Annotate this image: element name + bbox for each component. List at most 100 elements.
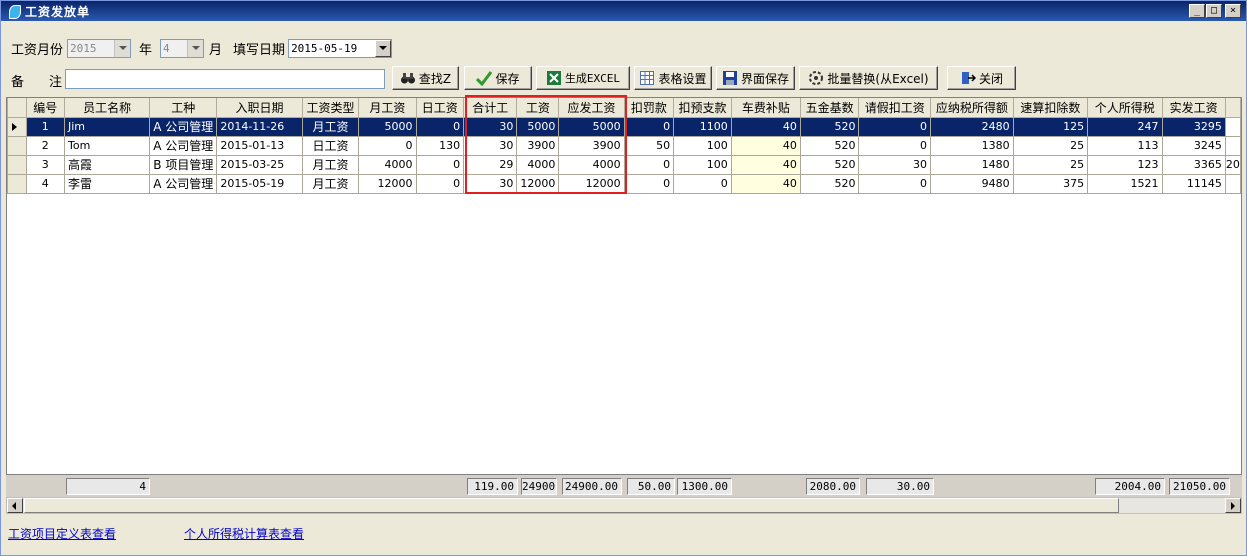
table-cell[interactable]: 3245 (1161, 135, 1226, 156)
save-button[interactable]: 保存 (464, 66, 532, 90)
close-window-button[interactable]: × (1225, 4, 1241, 18)
col-header-travel[interactable]: 车费补贴 (730, 98, 801, 118)
batch-replace-button[interactable]: 批量替换(从Excel) (799, 66, 938, 90)
table-cell[interactable]: 3900 (558, 135, 625, 156)
table-cell[interactable]: 3900 (516, 135, 560, 156)
table-cell[interactable]: 2015-03-25 (216, 154, 303, 175)
row-indicator[interactable] (7, 173, 27, 194)
table-cell[interactable]: 2014-11-26 (216, 116, 303, 137)
table-cell[interactable]: 0 (358, 135, 417, 156)
table-cell[interactable]: 40 (730, 154, 801, 175)
table-cell[interactable]: 4 (25, 173, 65, 194)
table-cell[interactable]: 0 (858, 173, 932, 194)
col-header-id[interactable]: 编号 (25, 98, 65, 118)
table-cell[interactable]: 0 (623, 116, 675, 137)
col-header-salary[interactable]: 工资 (516, 98, 560, 118)
table-cell[interactable]: 30 (463, 173, 518, 194)
table-row[interactable]: 2 Tom A 公司管理 2015-01-13 日工资 0 130 30 3900 3900 50 1… (7, 135, 1241, 156)
col-header-pay-type[interactable]: 工资类型 (301, 98, 360, 118)
row-indicator[interactable] (7, 135, 27, 156)
table-cell[interactable]: A 公司管理 (149, 173, 218, 194)
col-header-name[interactable]: 员工名称 (63, 98, 151, 118)
current-row-indicator[interactable] (7, 116, 27, 137)
chevron-down-icon[interactable] (375, 39, 392, 57)
table-cell[interactable]: 5000 (516, 116, 560, 137)
chevron-down-icon[interactable] (114, 39, 131, 57)
table-cell[interactable]: 5000 (558, 116, 625, 137)
table-cell[interactable]: 月工资 (301, 173, 360, 194)
col-header-quick-deduct[interactable]: 速算扣除数 (1012, 98, 1089, 118)
salary-items-link[interactable]: 工资项目定义表查看 (8, 525, 116, 542)
table-cell[interactable]: 3 (25, 154, 65, 175)
table-cell[interactable]: 40 (730, 116, 801, 137)
table-cell[interactable]: 25 (1012, 135, 1089, 156)
col-header-fine[interactable]: 扣罚款 (623, 98, 675, 118)
table-cell[interactable]: 月工资 (301, 116, 360, 137)
table-cell[interactable]: 0 (623, 154, 675, 175)
col-header-income-tax[interactable]: 个人所得税 (1087, 98, 1163, 118)
scroll-left-icon[interactable] (7, 498, 23, 513)
table-cell[interactable]: 125 (1012, 116, 1089, 137)
table-cell[interactable]: A 公司管理 (149, 116, 218, 137)
table-cell[interactable]: 50 (623, 135, 675, 156)
table-cell[interactable]: 11145 (1161, 173, 1226, 194)
table-cell[interactable]: 1100 (673, 116, 732, 137)
table-cell[interactable]: 100 (673, 135, 732, 156)
table-cell[interactable]: 1380 (930, 135, 1014, 156)
save-layout-button[interactable]: 界面保存 (716, 66, 795, 90)
col-header-net-pay[interactable]: 实发工资 (1161, 98, 1226, 118)
table-cell[interactable]: 2015-05-19 (216, 173, 303, 194)
col-header-total-work[interactable]: 合计工 (463, 98, 518, 118)
minimize-button[interactable]: _ (1189, 4, 1205, 18)
table-cell[interactable]: 0 (415, 116, 465, 137)
col-header-five-fund[interactable]: 五金基数 (799, 98, 860, 118)
table-cell[interactable]: 520 (799, 173, 860, 194)
table-cell[interactable]: 2 (25, 135, 65, 156)
table-cell[interactable]: 2480 (930, 116, 1014, 137)
table-cell[interactable]: 12000 (516, 173, 560, 194)
maximize-button[interactable]: □ (1206, 4, 1222, 18)
table-cell[interactable]: 29 (463, 154, 518, 175)
table-cell[interactable]: 0 (858, 116, 932, 137)
col-header-daily[interactable]: 日工资 (415, 98, 465, 118)
table-cell[interactable]: 12000 (558, 173, 625, 194)
table-cell[interactable]: 日工资 (301, 135, 360, 156)
table-cell[interactable]: 3365 (1161, 154, 1226, 175)
table-cell[interactable]: 李雷 (63, 173, 151, 194)
table-row[interactable]: 4 李雷 A 公司管理 2015-05-19 月工资 12000 0 30 12000 12000… (7, 173, 1241, 194)
horizontal-scrollbar[interactable] (6, 497, 1242, 514)
table-cell[interactable]: 40 (730, 135, 801, 156)
table-cell[interactable]: 高霞 (63, 154, 151, 175)
table-cell[interactable]: 375 (1012, 173, 1089, 194)
table-cell[interactable]: 25 (1012, 154, 1089, 175)
table-cell[interactable]: 0 (673, 173, 732, 194)
table-cell[interactable]: 1480 (930, 154, 1014, 175)
generate-excel-button[interactable]: 生成EXCEL (536, 66, 630, 90)
table-cell[interactable]: 2015-01-13 (216, 135, 303, 156)
table-cell[interactable]: 4000 (558, 154, 625, 175)
remark-input[interactable] (65, 69, 385, 89)
row-indicator[interactable] (7, 154, 27, 175)
table-cell[interactable]: 3295 (1161, 116, 1226, 137)
table-cell[interactable]: 4000 (516, 154, 560, 175)
table-settings-button[interactable]: 表格设置 (634, 66, 712, 90)
month-select[interactable]: 4 (160, 38, 205, 58)
table-cell[interactable]: 1 (25, 116, 65, 137)
table-cell[interactable]: Jim (63, 116, 151, 137)
table-cell[interactable]: 月工资 (301, 154, 360, 175)
fill-date-picker[interactable]: 2015-05-19 (288, 38, 393, 58)
col-header-taxable[interactable]: 应纳税所得额 (930, 98, 1014, 118)
table-cell[interactable]: A 公司管理 (149, 135, 218, 156)
find-button[interactable]: 查找Z (392, 66, 459, 90)
table-cell[interactable]: 0 (415, 154, 465, 175)
scroll-thumb[interactable] (24, 498, 1119, 513)
chevron-down-icon[interactable] (187, 39, 204, 57)
col-header-advance[interactable]: 扣预支款 (673, 98, 732, 118)
col-header-job[interactable]: 工种 (149, 98, 218, 118)
col-header-payable[interactable]: 应发工资 (558, 98, 625, 118)
col-header-hire-date[interactable]: 入职日期 (216, 98, 303, 118)
scroll-right-icon[interactable] (1225, 498, 1241, 513)
year-select[interactable]: 2015 (67, 38, 132, 58)
table-row[interactable]: 3 高霞 B 项目管理 2015-03-25 月工资 4000 0 29 4000 4000 0 10… (7, 154, 1241, 175)
table-cell[interactable]: 130 (415, 135, 465, 156)
